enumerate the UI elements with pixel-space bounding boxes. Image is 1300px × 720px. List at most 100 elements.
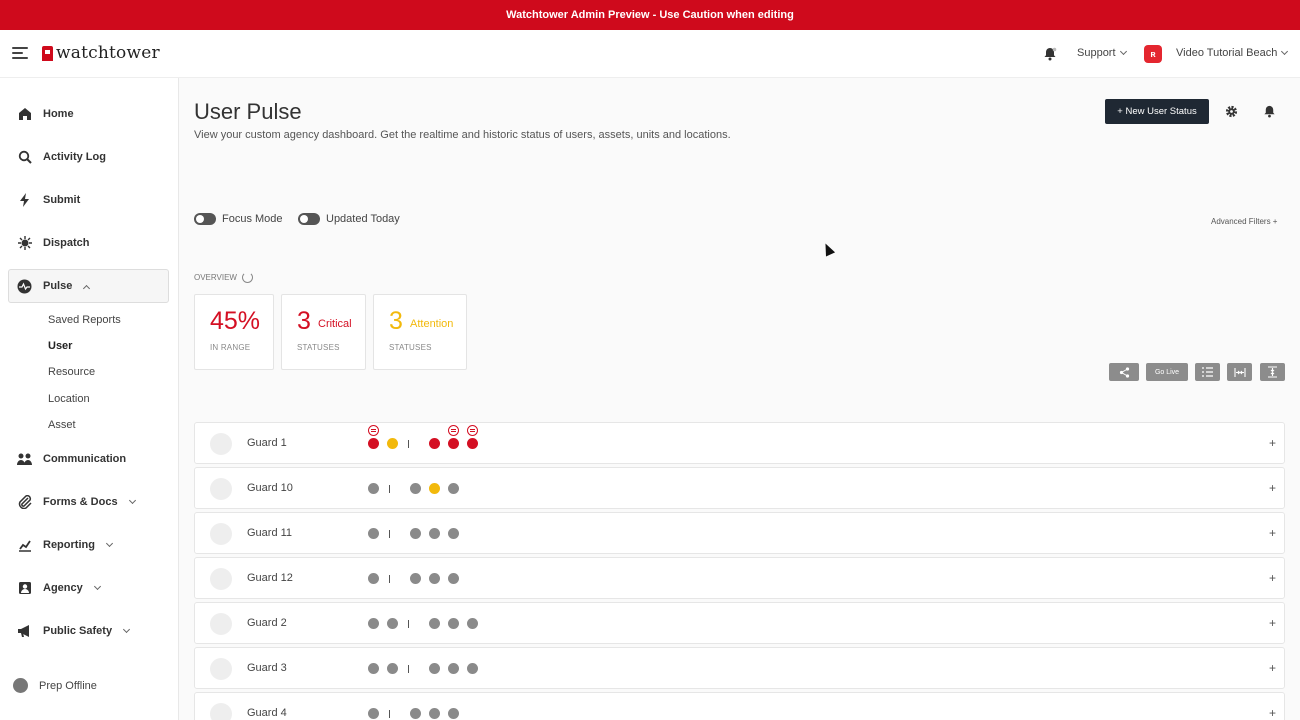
- timeline-divider: [389, 485, 390, 493]
- expand-row-button[interactable]: +: [1269, 571, 1276, 585]
- table-row[interactable]: Guard 3 +: [194, 647, 1285, 689]
- menu-icon[interactable]: [12, 47, 28, 61]
- sidebar-item-pulse[interactable]: Pulse: [8, 269, 169, 303]
- share-button[interactable]: [1109, 363, 1139, 381]
- pulse-icon: [17, 279, 32, 294]
- table-row[interactable]: Guard 2 +: [194, 602, 1285, 644]
- sidebar-item-home[interactable]: Home: [0, 97, 179, 131]
- expand-row-button[interactable]: +: [1269, 661, 1276, 675]
- sidebar: Home Activity Log Submit Dispatch Pulse …: [0, 78, 179, 720]
- flag-icon[interactable]: [368, 425, 379, 436]
- status-dot-neutral[interactable]: [368, 618, 379, 629]
- go-live-button[interactable]: Go Live: [1146, 363, 1188, 381]
- flag-icon[interactable]: [467, 425, 478, 436]
- flag-icon[interactable]: [448, 425, 459, 436]
- agency-name: Video Tutorial Beach: [1176, 47, 1278, 59]
- status-dot-critical[interactable]: [467, 438, 478, 449]
- expand-row-button[interactable]: +: [1269, 436, 1276, 450]
- sidebar-item-communication[interactable]: Communication: [0, 442, 179, 476]
- status-dot-neutral[interactable]: [429, 573, 440, 584]
- go-live-label: Go Live: [1154, 368, 1180, 376]
- sidebar-item-activity-log[interactable]: Activity Log: [0, 140, 179, 174]
- status-dot-neutral[interactable]: [410, 483, 421, 494]
- status-dot-neutral[interactable]: [448, 573, 459, 584]
- expand-row-button[interactable]: +: [1269, 706, 1276, 720]
- attention-card[interactable]: 3 Attention STATUSES: [373, 294, 467, 370]
- sidebar-item-dispatch[interactable]: Dispatch: [0, 226, 179, 260]
- agency-menu[interactable]: Video Tutorial Beach: [1176, 47, 1289, 59]
- status-dot-neutral[interactable]: [368, 663, 379, 674]
- page-subtitle: View your custom agency dashboard. Get t…: [194, 129, 731, 141]
- logo[interactable]: watchtower: [42, 43, 160, 63]
- sidebar-item-public-safety[interactable]: Public Safety: [0, 614, 179, 648]
- collapse-horizontal-icon: [1233, 367, 1246, 377]
- status-dot-neutral[interactable]: [448, 708, 459, 719]
- refresh-icon[interactable]: [241, 272, 253, 283]
- advanced-filters-link[interactable]: Advanced Filters +: [1211, 217, 1277, 226]
- sidebar-subitem-asset[interactable]: Asset: [48, 419, 76, 431]
- status-dot-attention[interactable]: [429, 483, 440, 494]
- collapse-vertical-button[interactable]: [1260, 363, 1285, 381]
- toggle-switch[interactable]: [298, 213, 320, 225]
- status-dot-neutral[interactable]: [368, 528, 379, 539]
- status-dot-neutral[interactable]: [448, 618, 459, 629]
- guard-name: Guard 11: [247, 527, 293, 539]
- sidebar-subitem-saved-reports[interactable]: Saved Reports: [48, 314, 121, 326]
- expand-row-button[interactable]: +: [1269, 616, 1276, 630]
- status-dot-critical[interactable]: [429, 438, 440, 449]
- status-dot-neutral[interactable]: [410, 573, 421, 584]
- status-dot-neutral[interactable]: [410, 708, 421, 719]
- critical-card[interactable]: 3 Critical STATUSES: [281, 294, 366, 370]
- sidebar-subitem-location[interactable]: Location: [48, 393, 90, 405]
- status-dot-neutral[interactable]: [387, 663, 398, 674]
- status-dot-neutral[interactable]: [368, 573, 379, 584]
- status-dot-neutral[interactable]: [387, 618, 398, 629]
- agency-avatar[interactable]: ʀ: [1144, 45, 1162, 63]
- table-row[interactable]: Guard 10 +: [194, 467, 1285, 509]
- status-dot-neutral[interactable]: [429, 708, 440, 719]
- table-row[interactable]: Guard 11 +: [194, 512, 1285, 554]
- status-dot-neutral[interactable]: [368, 483, 379, 494]
- status-dot-attention[interactable]: [387, 438, 398, 449]
- gear-icon[interactable]: [1225, 105, 1238, 118]
- status-dot-neutral[interactable]: [410, 528, 421, 539]
- status-dot-neutral[interactable]: [429, 528, 440, 539]
- table-row[interactable]: Guard 1 +: [194, 422, 1285, 464]
- avatar: [210, 613, 232, 635]
- status-dot-neutral[interactable]: [429, 663, 440, 674]
- table-row[interactable]: Guard 12 +: [194, 557, 1285, 599]
- status-dot-neutral[interactable]: [448, 483, 459, 494]
- status-dot-neutral[interactable]: [429, 618, 440, 629]
- sidebar-item-reporting[interactable]: Reporting: [0, 528, 179, 562]
- expand-row-button[interactable]: +: [1269, 481, 1276, 495]
- badge-icon: [17, 581, 32, 596]
- notification-bell-icon[interactable]: [1263, 105, 1276, 118]
- status-dot-neutral[interactable]: [368, 708, 379, 719]
- status-dot-critical[interactable]: [448, 438, 459, 449]
- status-dot-neutral[interactable]: [467, 618, 478, 629]
- tower-icon: [42, 45, 53, 61]
- status-dot-neutral[interactable]: [448, 528, 459, 539]
- status-dot-critical[interactable]: [368, 438, 379, 449]
- sidebar-subitem-resource[interactable]: Resource: [48, 366, 95, 378]
- in-range-card[interactable]: 45% IN RANGE: [194, 294, 274, 370]
- list-view-button[interactable]: [1195, 363, 1220, 381]
- chevron-down-icon: [128, 496, 136, 504]
- prep-offline[interactable]: Prep Offline: [13, 678, 97, 693]
- sidebar-subitem-user[interactable]: User: [48, 340, 72, 352]
- sidebar-item-agency[interactable]: Agency: [0, 571, 179, 605]
- sidebar-item-submit[interactable]: Submit: [0, 183, 179, 217]
- critical-statuses-label: STATUSES: [297, 343, 340, 352]
- toggle-switch[interactable]: [194, 213, 216, 225]
- sidebar-item-forms-docs[interactable]: Forms & Docs: [0, 485, 179, 519]
- status-dot-neutral[interactable]: [467, 663, 478, 674]
- collapse-horizontal-button[interactable]: [1227, 363, 1252, 381]
- focus-mode-toggle[interactable]: Focus Mode: [194, 213, 283, 225]
- table-row[interactable]: Guard 4 +: [194, 692, 1285, 720]
- support-menu[interactable]: Support: [1077, 47, 1127, 59]
- new-user-status-button[interactable]: + New User Status: [1105, 99, 1209, 124]
- expand-row-button[interactable]: +: [1269, 526, 1276, 540]
- status-dot-neutral[interactable]: [448, 663, 459, 674]
- updated-today-toggle[interactable]: Updated Today: [298, 213, 400, 225]
- bell-icon[interactable]: [1043, 47, 1057, 61]
